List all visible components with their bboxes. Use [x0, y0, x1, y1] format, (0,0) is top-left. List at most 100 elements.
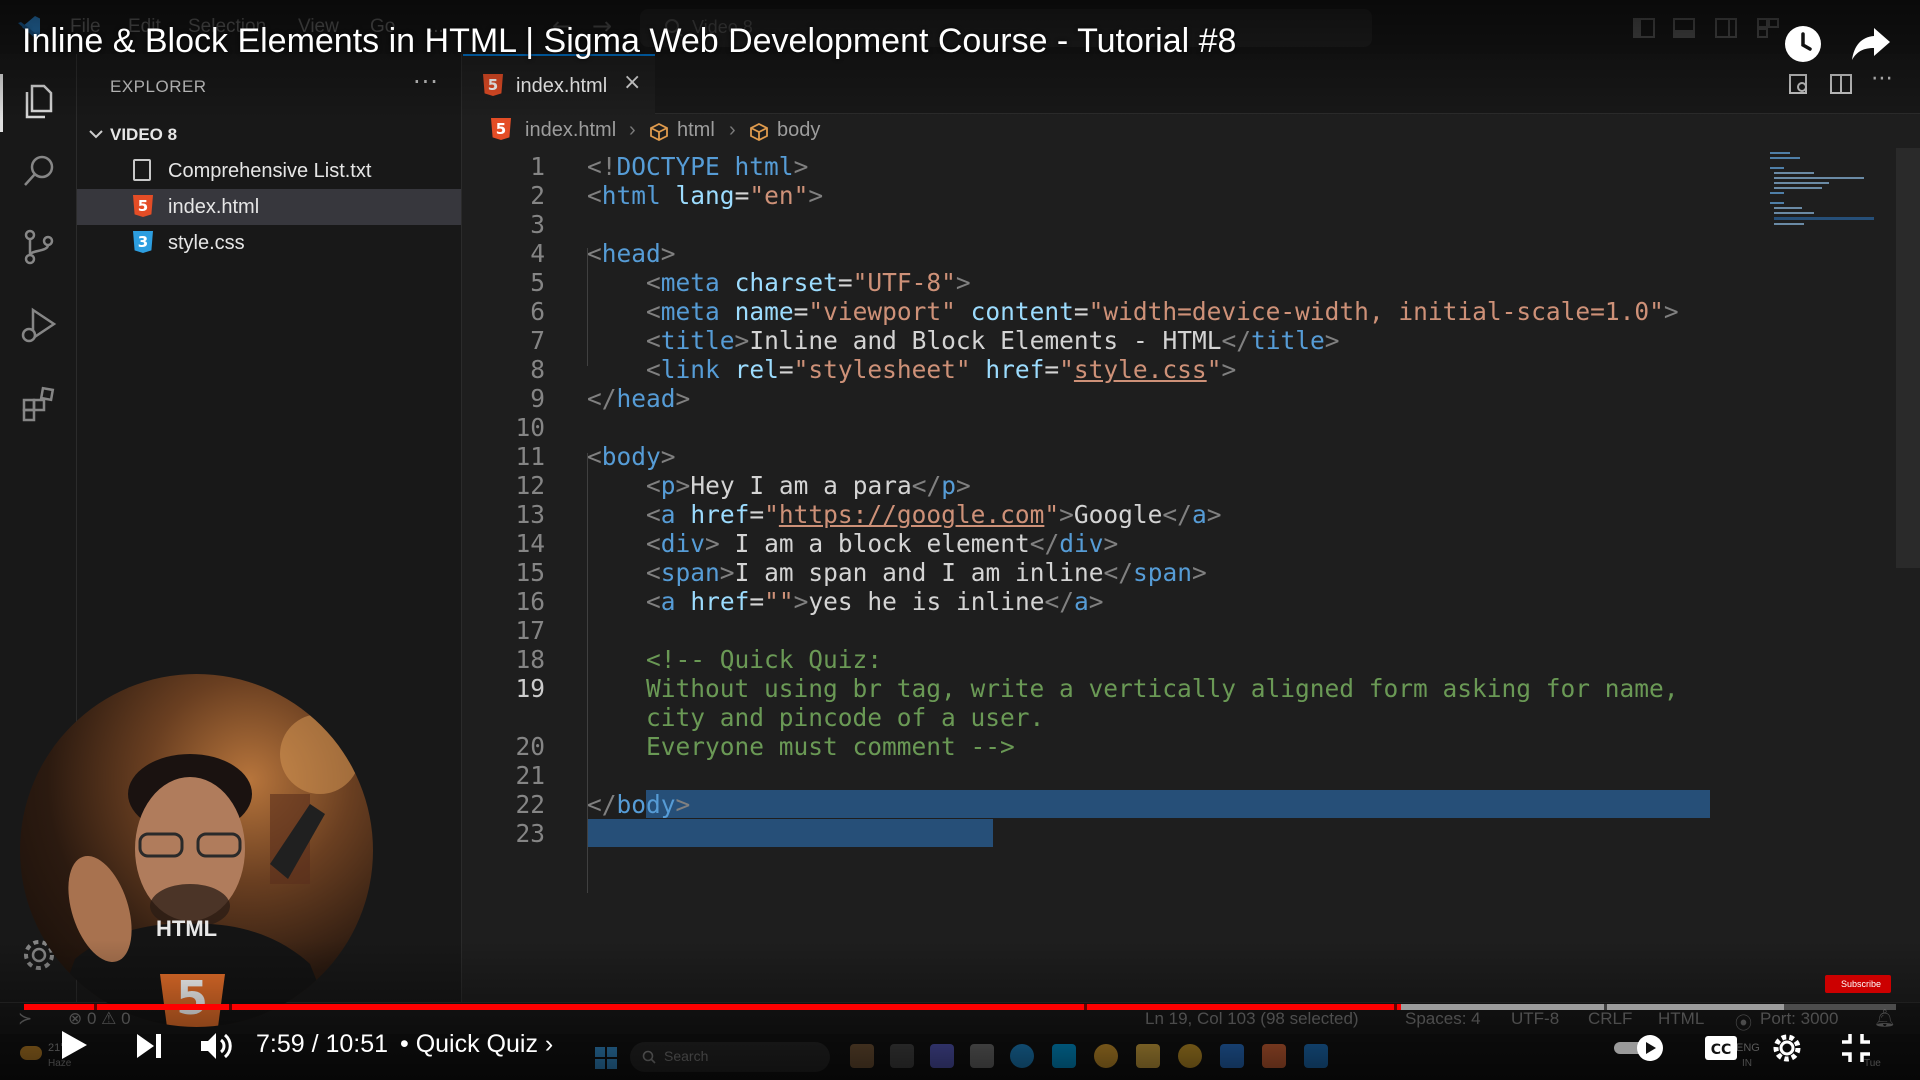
search-icon[interactable]: [18, 150, 60, 192]
file-row-comprehensive-list[interactable]: Comprehensive List.txt: [77, 153, 461, 189]
explorer-title: EXPLORER: [110, 77, 207, 96]
chevron-down-icon: [89, 130, 103, 139]
edge-icon[interactable]: [1010, 1044, 1034, 1068]
chapter-divider: [94, 1004, 97, 1010]
skype-icon[interactable]: [1052, 1044, 1076, 1068]
encoding[interactable]: UTF-8: [1511, 1009, 1559, 1029]
file-row-style-css[interactable]: 3 style.css: [77, 225, 461, 261]
vscode-taskbar-icon[interactable]: [1304, 1044, 1328, 1068]
source-control-icon[interactable]: [18, 226, 60, 268]
chrome-profile-icon[interactable]: [1178, 1044, 1202, 1068]
code-line: </body>: [587, 790, 691, 819]
exit-fullscreen-icon[interactable]: [1840, 1032, 1872, 1064]
open-preview-icon[interactable]: [1787, 72, 1811, 96]
share-arrow-icon[interactable]: [1850, 24, 1892, 64]
code-line: </head>: [587, 384, 691, 413]
indentation[interactable]: Spaces: 4: [1405, 1009, 1481, 1029]
line-number: 2: [530, 181, 545, 210]
line-number: 9: [530, 384, 545, 413]
element-cube-icon: [650, 122, 668, 142]
line-number: 14: [515, 529, 545, 558]
breadcrumb: 5 index.html › html › body: [463, 114, 1920, 148]
breadcrumb-file[interactable]: index.html: [525, 119, 616, 142]
copilot-icon[interactable]: [850, 1044, 874, 1068]
problems-count[interactable]: ⊗ 0 ⚠ 0: [68, 1009, 131, 1029]
line-number: 19: [515, 674, 545, 703]
weather-icon: [20, 1046, 42, 1060]
video-time: 7:59 / 10:51: [256, 1030, 389, 1058]
settings-app-icon[interactable]: [970, 1044, 994, 1068]
volume-icon[interactable]: [198, 1029, 234, 1063]
line-number: 10: [515, 413, 545, 442]
file-row-index-html[interactable]: 5 index.html: [77, 189, 461, 225]
taskbar-search[interactable]: Search: [630, 1042, 830, 1072]
shirt-text: HTML: [156, 916, 218, 941]
cursor-position[interactable]: Ln 19, Col 103 (98 selected): [1145, 1009, 1359, 1029]
code-line: city and pincode of a user.: [587, 703, 1045, 732]
minimap[interactable]: [1770, 148, 1890, 228]
editor-scrollbar[interactable]: [1896, 148, 1920, 568]
selection-highlight: [646, 790, 1710, 818]
presenter-image: 5: [50, 714, 360, 1027]
live-server-port[interactable]: Port: 3000: [1760, 1009, 1838, 1029]
notifications-bell-icon[interactable]: 🔔︎: [1874, 1009, 1896, 1029]
toggle-sidebar-icon[interactable]: [1632, 16, 1656, 40]
search-icon: [642, 1050, 656, 1064]
close-tab-icon[interactable]: ×: [623, 70, 641, 95]
code-line: <!-- Quick Quiz:: [587, 645, 883, 674]
autoplay-toggle[interactable]: [1612, 1034, 1666, 1062]
code-line: <body>: [587, 442, 676, 471]
next-video-icon[interactable]: [134, 1031, 164, 1061]
code-line: <!DOCTYPE html>: [587, 152, 809, 181]
line-number: 17: [515, 616, 545, 645]
toggle-panel-icon[interactable]: [1672, 16, 1696, 40]
explorer-files-icon[interactable]: [18, 80, 60, 122]
task-view-icon[interactable]: [890, 1044, 914, 1068]
text-file-icon: [133, 159, 155, 183]
breadcrumb-html[interactable]: html: [677, 119, 715, 142]
settings-gear-icon[interactable]: [1770, 1031, 1804, 1065]
chapter-divider: [1084, 1004, 1087, 1010]
file-name: style.css: [168, 232, 245, 254]
remote-indicator-icon[interactable]: ≻: [18, 1009, 32, 1029]
code-editor[interactable]: 1 2 3 4 5 6 7 8 9 10 11 12 13 14 15 16 1…: [463, 148, 1920, 1002]
active-indicator: [0, 74, 3, 132]
line-ending[interactable]: CRLF: [1588, 1009, 1632, 1029]
language-indicator[interactable]: ENG: [1736, 1042, 1760, 1054]
play-icon[interactable]: [56, 1028, 90, 1062]
file-explorer-icon[interactable]: [1136, 1044, 1160, 1068]
git-app-icon[interactable]: [1262, 1044, 1286, 1068]
customize-layout-icon[interactable]: [1756, 16, 1780, 40]
line-number: 15: [515, 558, 545, 587]
subscribe-watermark[interactable]: Subscribe: [1825, 975, 1891, 993]
folder-row[interactable]: VIDEO 8: [77, 118, 461, 154]
live-server-icon: ⦿: [1735, 1014, 1752, 1033]
selection-highlight: [587, 819, 993, 847]
windows-start-icon[interactable]: [594, 1046, 618, 1070]
line-number: 18: [515, 645, 545, 674]
closed-captions-icon[interactable]: CC: [1704, 1034, 1738, 1062]
split-editor-icon[interactable]: [1829, 72, 1853, 96]
tab-index-html[interactable]: 5 index.html ×: [463, 54, 655, 114]
language-mode[interactable]: HTML: [1658, 1009, 1704, 1029]
breadcrumb-body[interactable]: body: [777, 119, 820, 142]
video-progress-bar[interactable]: [24, 1004, 1896, 1010]
teams-icon[interactable]: [930, 1044, 954, 1068]
extensions-icon[interactable]: [18, 384, 60, 426]
watch-later-clock-icon[interactable]: [1783, 24, 1823, 64]
line-number: 23: [515, 819, 545, 848]
chapter-title[interactable]: • Quick Quiz ›: [400, 1030, 553, 1059]
explorer-more-actions[interactable]: ···: [413, 68, 439, 96]
line-number: 3: [530, 210, 545, 239]
line-number: 8: [530, 355, 545, 384]
line-number: 5: [530, 268, 545, 297]
code-line: Without using br tag, write a vertically…: [587, 674, 1679, 703]
editor-more-actions-icon[interactable]: ⋯: [1871, 66, 1893, 91]
run-debug-icon[interactable]: [18, 304, 60, 346]
video-title[interactable]: Inline & Block Elements in HTML | Sigma …: [22, 22, 1236, 61]
code-line: <div> I am a block element</div>: [646, 529, 1119, 558]
todo-icon[interactable]: [1220, 1044, 1244, 1068]
code-line: <meta name="viewport" content="width=dev…: [646, 297, 1679, 326]
chrome-icon[interactable]: [1094, 1044, 1118, 1068]
toggle-secondary-sidebar-icon[interactable]: [1714, 16, 1738, 40]
